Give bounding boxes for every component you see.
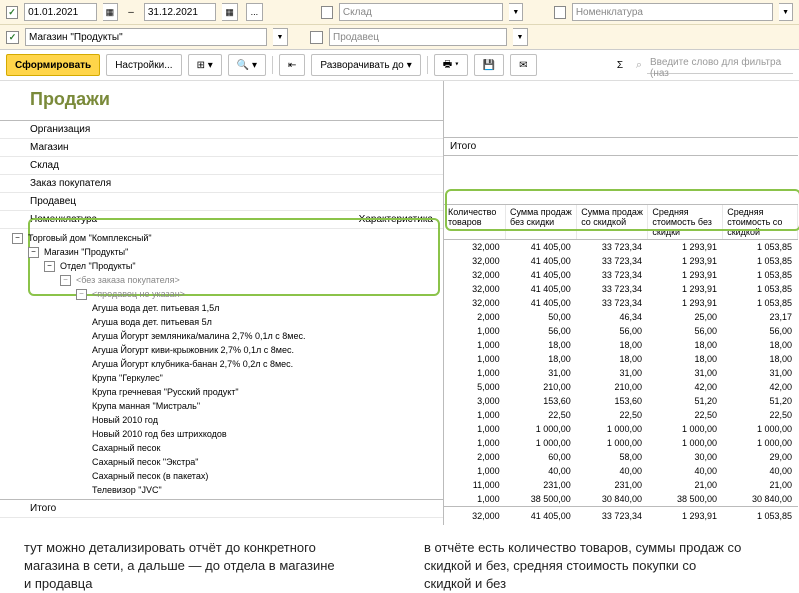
- sum-button[interactable]: Σ: [609, 55, 631, 75]
- expand-button[interactable]: Разворачивать до ▾: [311, 54, 420, 76]
- data-row: 2,00060,0058,0030,0029,00: [444, 450, 798, 464]
- label-store: Магазин: [0, 139, 443, 157]
- label-order: Заказ покупателя: [0, 175, 443, 193]
- date-dash: –: [124, 7, 138, 18]
- toggle-icon[interactable]: −: [28, 247, 39, 258]
- data-row: 1,00018,0018,0018,0018,00: [444, 338, 798, 352]
- data-row: 3,000153,60153,6051,2051,20: [444, 394, 798, 408]
- filter-row-1: 01.01.2021 ▦ – 31.12.2021 ▦ ... Склад ▼ …: [0, 0, 799, 25]
- chevron-down-icon[interactable]: ▼: [779, 3, 793, 21]
- tree-row[interactable]: −Отдел "Продукты": [8, 259, 443, 273]
- data-row: 11,000231,00231,0021,0021,00: [444, 478, 798, 492]
- data-row: 5,000210,00210,0042,0042,00: [444, 380, 798, 394]
- store-dropdown[interactable]: Магазин "Продукты": [25, 28, 267, 46]
- calendar-icon[interactable]: ▦: [222, 3, 238, 21]
- data-row: 1,00031,0031,0031,0031,00: [444, 366, 798, 380]
- toolbar: Сформировать Настройки... ⊞ ▾ 🔍 ▾ ⇤ Разв…: [0, 50, 799, 81]
- seller-dropdown[interactable]: Продавец: [329, 28, 507, 46]
- search-icon: ⌕: [631, 57, 647, 73]
- tree-row[interactable]: Телевизор "JVC": [8, 483, 443, 497]
- date-from-checkbox[interactable]: [6, 6, 18, 19]
- data-row: 1,00038 500,0030 840,0038 500,0030 840,0…: [444, 492, 798, 506]
- tree-row[interactable]: Крупа гречневая "Русский продукт": [8, 385, 443, 399]
- data-row: 1,00040,0040,0040,0040,00: [444, 464, 798, 478]
- highlight-columns: [445, 189, 799, 231]
- itogo-header: Итого: [444, 137, 798, 156]
- report-left-pane: Продажи Организация Магазин Склад Заказ …: [0, 81, 444, 525]
- tree-row[interactable]: Агуша Йогурт земляника/малина 2,7% 0,1л …: [8, 329, 443, 343]
- toggle-icon[interactable]: −: [44, 261, 55, 272]
- tree-row[interactable]: Агуша Йогурт клубника-банан 2,7% 0,2л с …: [8, 357, 443, 371]
- print-button[interactable]: 🖶 ▾: [434, 54, 468, 76]
- data-row: 1,00022,5022,5022,5022,50: [444, 408, 798, 422]
- report-title: Продажи: [0, 81, 443, 120]
- tree-row[interactable]: Новый 2010 год: [8, 413, 443, 427]
- note-right: в отчёте есть количество товаров, суммы …: [424, 539, 744, 593]
- toggle-icon[interactable]: −: [76, 289, 87, 300]
- seller-checkbox[interactable]: [310, 31, 323, 44]
- tree-row[interactable]: Сахарный песок (в пакетах): [8, 469, 443, 483]
- nomenclature-checkbox[interactable]: [554, 6, 566, 19]
- email-button[interactable]: ✉: [510, 54, 536, 76]
- toggle-icon[interactable]: −: [12, 233, 23, 244]
- store-checkbox[interactable]: [6, 31, 19, 44]
- collapse-button[interactable]: ⇤: [279, 54, 305, 76]
- tree-row[interactable]: Агуша Йогурт киви-крыжовник 2,7% 0,1л с …: [8, 343, 443, 357]
- calendar-icon[interactable]: ▦: [103, 3, 119, 21]
- tree-row[interactable]: Крупа манная "Мистраль": [8, 399, 443, 413]
- note-left: тут можно детализировать отчёт до конкре…: [24, 539, 344, 593]
- total-row: 32,000 41 405,00 33 723,34 1 293,91 1 05…: [444, 506, 798, 525]
- variants-button[interactable]: ⊞ ▾: [188, 54, 222, 76]
- tree-row[interactable]: Крупа "Геркулес": [8, 371, 443, 385]
- annotation-notes: тут можно детализировать отчёт до конкре…: [0, 525, 799, 593]
- data-row: 1,00018,0018,0018,0018,00: [444, 352, 798, 366]
- tree-row[interactable]: −<без заказа покупателя>: [8, 273, 443, 287]
- data-row: 1,0001 000,001 000,001 000,001 000,00: [444, 422, 798, 436]
- chevron-down-icon[interactable]: ▼: [513, 28, 528, 46]
- date-ellipsis-button[interactable]: ...: [246, 3, 263, 21]
- tree-row[interactable]: −Торговый дом "Комплексный": [8, 231, 443, 245]
- search-input[interactable]: Введите слово для фильтра (наз: [647, 57, 793, 74]
- data-row: 1,00056,0056,0056,0056,00: [444, 324, 798, 338]
- tree-row[interactable]: Сахарный песок "Экстра": [8, 455, 443, 469]
- report-right-pane: Итого Количество товаров Сумма продаж бе…: [444, 81, 798, 525]
- toggle-icon[interactable]: −: [60, 275, 71, 286]
- tree-row[interactable]: Агуша вода дет. питьевая 5л: [8, 315, 443, 329]
- settings-button[interactable]: Настройки...: [106, 54, 181, 76]
- chevron-down-icon[interactable]: ▼: [509, 3, 523, 21]
- data-row: 1,0001 000,001 000,001 000,001 000,00: [444, 436, 798, 450]
- data-row: 2,00050,0046,3425,0023,17: [444, 310, 798, 324]
- tree-row[interactable]: Сахарный песок: [8, 441, 443, 455]
- tree-row[interactable]: −<продавец не указан>: [8, 287, 443, 301]
- data-row: 32,00041 405,0033 723,341 293,911 053,85: [444, 282, 798, 296]
- form-button[interactable]: Сформировать: [6, 54, 100, 76]
- save-button[interactable]: 💾: [474, 54, 504, 76]
- total-label: Итого: [0, 499, 443, 518]
- warehouse-checkbox[interactable]: [321, 6, 333, 19]
- filter-row-2: Магазин "Продукты" ▼ Продавец ▼: [0, 25, 799, 50]
- warehouse-dropdown[interactable]: Склад: [339, 3, 503, 21]
- find-button[interactable]: 🔍 ▾: [228, 54, 266, 76]
- label-org: Организация: [0, 120, 443, 139]
- data-row: 32,00041 405,0033 723,341 293,911 053,85: [444, 268, 798, 282]
- label-warehouse: Склад: [0, 157, 443, 175]
- date-from-input[interactable]: 01.01.2021: [24, 3, 96, 21]
- tree-row[interactable]: Агуша вода дет. питьевая 1,5л: [8, 301, 443, 315]
- report-tree: −Торговый дом "Комплексный" −Магазин "Пр…: [0, 229, 443, 499]
- data-row: 32,00041 405,0033 723,341 293,911 053,85: [444, 240, 798, 254]
- nomenclature-dropdown[interactable]: Номенклатура: [572, 3, 773, 21]
- data-row: 32,00041 405,0033 723,341 293,911 053,85: [444, 296, 798, 310]
- chevron-down-icon[interactable]: ▼: [273, 28, 288, 46]
- report-body: Продажи Организация Магазин Склад Заказ …: [0, 81, 799, 525]
- date-to-input[interactable]: 31.12.2021: [144, 3, 216, 21]
- data-row: 32,00041 405,0033 723,341 293,911 053,85: [444, 254, 798, 268]
- tree-row[interactable]: −Магазин "Продукты": [8, 245, 443, 259]
- tree-row[interactable]: Новый 2010 год без штрихкодов: [8, 427, 443, 441]
- label-seller: Продавец: [0, 193, 443, 211]
